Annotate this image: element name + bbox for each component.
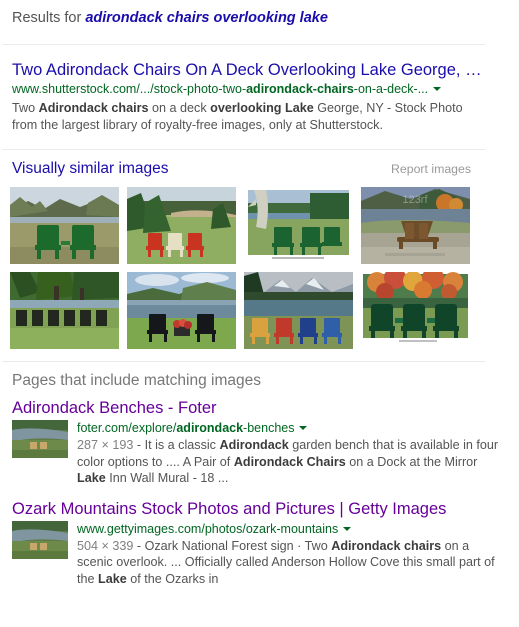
pages-section-heading: Pages that include matching images — [12, 372, 262, 389]
page-result-meta: foter.com/explore/adirondack-benches 287… — [77, 420, 507, 487]
page-result-meta: www.gettyimages.com/photos/ozark-mountai… — [77, 521, 507, 588]
page-result-snippet: 504 × 339 - Ozark National Forest sign ·… — [77, 538, 507, 588]
chevron-down-icon[interactable] — [343, 526, 352, 531]
visually-similar-header: Visually similar images Report images — [0, 150, 483, 178]
best-guess-result: Two Adirondack Chairs On A Deck Overlook… — [0, 45, 519, 133]
page-result-snippet-text: - Ozark National Forest sign · Two Adiro… — [77, 538, 495, 586]
similar-image-thumb[interactable]: 123rf — [361, 187, 470, 264]
page-result-thumbnail[interactable] — [12, 520, 68, 559]
page-result-snippet: 287 × 193 - It is a classic Adirondack g… — [77, 437, 507, 487]
similar-image-thumb[interactable] — [361, 272, 470, 349]
page-result-url: www.gettyimages.com/photos/ozark-mountai… — [77, 521, 507, 537]
result-snippet: Two Adirondack chairs on a deck overlook… — [12, 101, 463, 132]
visually-similar-title-link[interactable]: Visually similar images — [12, 160, 168, 178]
page-result-title-link[interactable]: Adirondack Benches - Foter — [12, 398, 507, 418]
similar-image-thumb[interactable] — [244, 187, 353, 264]
chevron-down-icon[interactable] — [299, 426, 308, 431]
chevron-down-icon[interactable] — [433, 87, 442, 92]
search-query-text: adirondack chairs overlooking lake — [85, 10, 328, 26]
similar-image-thumb[interactable] — [10, 272, 119, 349]
page-result-url-text[interactable]: foter.com/explore/adirondack-benches — [77, 421, 294, 435]
page-result-title-link[interactable]: Ozark Mountains Stock Photos and Picture… — [12, 499, 507, 519]
page-result-snippet-text: - It is a classic Adirondack garden benc… — [77, 438, 499, 485]
results-for-label: Results for — [12, 10, 82, 26]
results-for-header: Results for adirondack chairs overlookin… — [0, 0, 519, 26]
similar-image-thumb[interactable] — [244, 272, 353, 349]
result-title-link[interactable]: Two Adirondack Chairs On A Deck Overlook… — [12, 60, 507, 80]
image-dimensions: 287 × 193 — [77, 438, 134, 452]
image-dimensions: 504 × 339 — [77, 538, 134, 553]
page-result-thumbnail[interactable] — [12, 420, 68, 458]
page-result-url-text[interactable]: www.gettyimages.com/photos/ozark-mountai… — [77, 522, 338, 536]
page-result: Ozark Mountains Stock Photos and Picture… — [0, 487, 519, 588]
page-result: Adirondack Benches - Foter foter.com/exp… — [0, 390, 519, 487]
result-url: www.shutterstock.com/.../stock-photo-two… — [12, 81, 507, 98]
page-result-body: foter.com/explore/adirondack-benches 287… — [12, 420, 507, 487]
similar-image-thumb[interactable] — [127, 272, 236, 349]
svg-text:123rf: 123rf — [402, 194, 428, 206]
similar-image-thumb[interactable] — [127, 187, 236, 264]
similar-images-grid: 123rf — [0, 178, 480, 357]
result-url-text[interactable]: www.shutterstock.com/.../stock-photo-two… — [12, 82, 428, 96]
page-result-url: foter.com/explore/adirondack-benches — [77, 420, 507, 436]
report-images-link[interactable]: Report images — [391, 162, 471, 176]
page-result-body: www.gettyimages.com/photos/ozark-mountai… — [12, 520, 507, 588]
similar-image-thumb[interactable] — [10, 187, 119, 264]
